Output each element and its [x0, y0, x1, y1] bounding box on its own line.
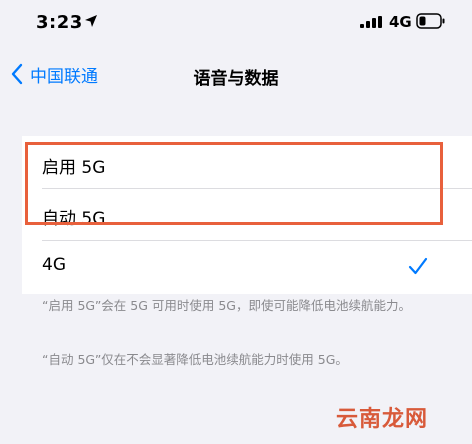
option-label: 启用 5G — [42, 158, 106, 178]
watermark-logo: 云南龙网 — [336, 406, 429, 432]
network-options-group: 启用 5G 自动 5G 4G — [22, 136, 472, 294]
network-type-label: 4G — [389, 13, 412, 31]
status-time: 3:23 — [36, 12, 83, 33]
navigation-bar: 中国联通 语音与数据 — [0, 52, 472, 96]
option-label: 自动 5G — [42, 209, 106, 229]
page-title: 语音与数据 — [193, 69, 279, 89]
status-bar: 3:23 4G — [0, 0, 472, 44]
checkmark-icon — [408, 257, 428, 275]
footnote-enable-5g: “启用 5G”会在 5G 可用时使用 5G，即使可能降低电池续航能力。 — [42, 298, 411, 313]
location-arrow-icon — [85, 15, 97, 27]
footnote-auto-5g: “自动 5G”仅在不会显著降低电池续航能力时使用 5G。 — [42, 352, 348, 367]
option-row-auto-5g[interactable]: 自动 5G — [22, 190, 472, 240]
option-row-4g[interactable]: 4G — [22, 241, 472, 291]
option-label: 4G — [42, 255, 66, 275]
row-separator — [42, 188, 472, 189]
cellular-signal-icon — [360, 16, 382, 28]
battery-icon — [416, 13, 445, 29]
option-row-enable-5g[interactable]: 启用 5G — [22, 139, 472, 189]
